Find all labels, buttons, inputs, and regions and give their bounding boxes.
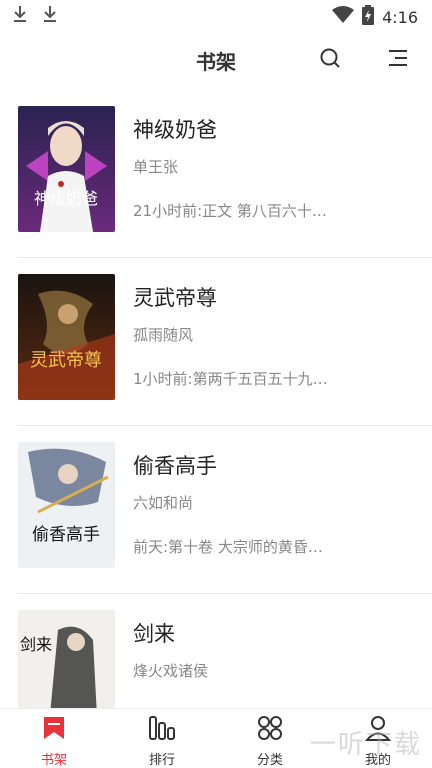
cover-title: 偷香高手	[32, 525, 100, 545]
book-title: 剑来	[133, 622, 175, 646]
status-bar: 4:16	[0, 0, 432, 32]
book-update: 1小时前:第两千五百五十九…	[133, 370, 328, 388]
tab-category[interactable]: 分类	[216, 709, 324, 768]
header: 书架	[0, 38, 432, 82]
book-list: 神级奶爸 神级奶爸 单王张 21小时前:正文 第八百六十… 灵武帝尊 灵武帝尊 …	[0, 90, 432, 708]
book-author: 烽火戏诸侯	[133, 662, 209, 680]
book-cover[interactable]: 偷香高手	[18, 442, 115, 568]
menu-icon	[387, 48, 409, 72]
book-update: 前天:第十卷 大宗师的黄昏…	[133, 538, 323, 556]
tab-profile[interactable]: 我的	[324, 709, 432, 768]
menu-button[interactable]	[382, 44, 414, 76]
wifi-icon	[332, 6, 355, 28]
book-title: 神级奶爸	[133, 118, 217, 142]
book-cover[interactable]: 剑来	[18, 610, 115, 708]
tab-ranking[interactable]: 排行	[108, 709, 216, 768]
clock: 4:16	[382, 7, 418, 27]
book-item[interactable]: 剑来 剑来 烽火戏诸侯	[0, 594, 432, 708]
bookmark-icon	[41, 715, 67, 745]
book-title: 偷香高手	[133, 454, 217, 478]
tab-bookshelf[interactable]: 书架	[0, 709, 108, 768]
book-item[interactable]: 灵武帝尊 灵武帝尊 孤雨随风 1小时前:第两千五百五十九…	[0, 258, 432, 426]
page-title: 书架	[196, 50, 236, 74]
tab-label: 分类	[256, 753, 283, 768]
category-icon	[257, 715, 283, 745]
book-item[interactable]: 神级奶爸 神级奶爸 单王张 21小时前:正文 第八百六十…	[0, 90, 432, 258]
search-button[interactable]	[314, 44, 346, 76]
book-cover[interactable]: 神级奶爸	[18, 106, 115, 232]
profile-icon	[364, 715, 392, 745]
book-title: 灵武帝尊	[133, 286, 217, 310]
book-author: 单王张	[133, 158, 179, 176]
tab-bar: 书架 排行 分类 我的	[0, 708, 432, 768]
book-author: 六如和尚	[133, 494, 194, 512]
search-icon	[319, 47, 341, 73]
tab-label: 书架	[40, 753, 67, 768]
tab-label: 排行	[148, 753, 175, 768]
book-author: 孤雨随风	[133, 326, 194, 344]
cover-title: 剑来	[20, 635, 52, 654]
cover-title: 神级奶爸	[34, 189, 98, 208]
cover-title: 灵武帝尊	[30, 350, 102, 371]
battery-icon	[362, 5, 375, 29]
book-cover[interactable]: 灵武帝尊	[18, 274, 115, 400]
tab-label: 我的	[364, 753, 391, 768]
download-icon	[42, 4, 58, 28]
book-update: 21小时前:正文 第八百六十…	[133, 202, 327, 220]
book-item[interactable]: 偷香高手 偷香高手 六如和尚 前天:第十卷 大宗师的黄昏…	[0, 426, 432, 594]
download-icon	[12, 4, 28, 28]
ranking-icon	[148, 715, 176, 745]
